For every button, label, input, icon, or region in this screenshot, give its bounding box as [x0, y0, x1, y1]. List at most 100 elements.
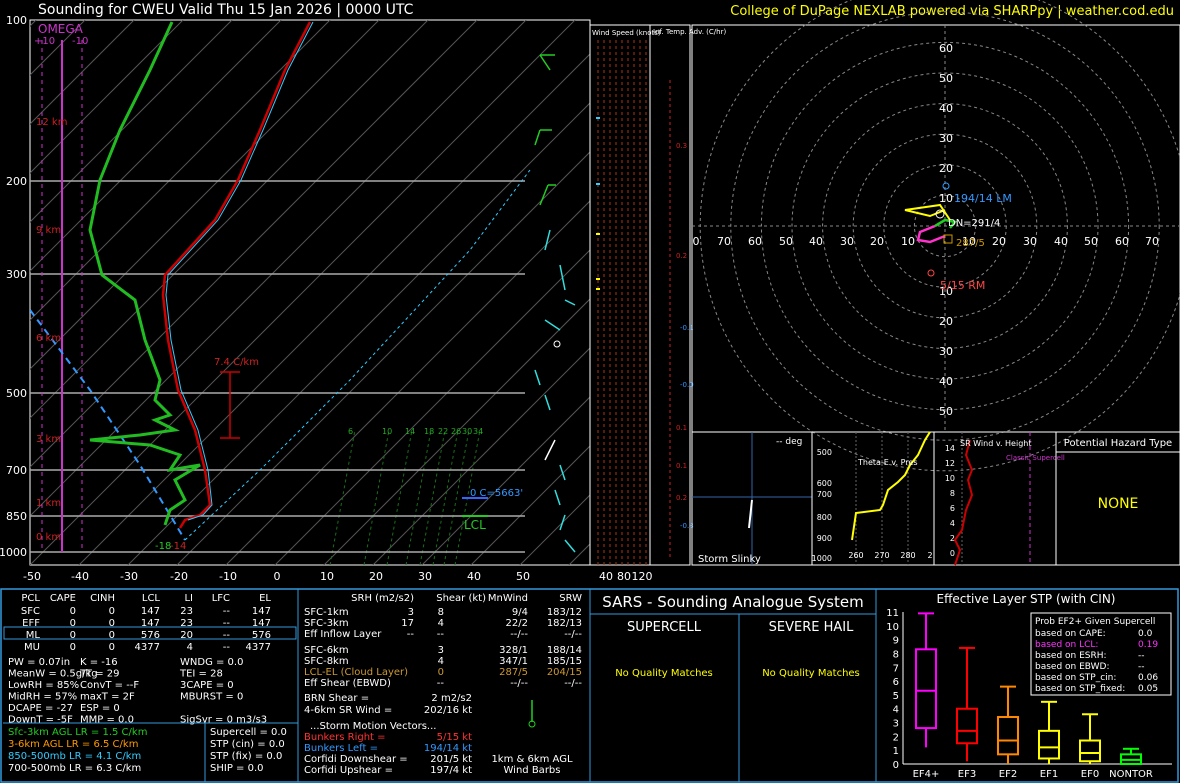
stp-xlabel: EF2 [999, 769, 1017, 780]
temp-label: 50 [516, 570, 530, 583]
sfc-dewpoint-label: -18 [155, 541, 171, 552]
index-line: ESP = 0 [80, 703, 120, 714]
sars-supercell-title: SUPERCELL [627, 620, 702, 635]
lapse-rate-block: Sfc-3km AGL LR = 1.5 C/km 3-6km AGL LR =… [8, 727, 147, 774]
hodo-x-label: 60 [1115, 235, 1129, 248]
hodograph-panel: 60 50 40 30 20 10 10 20 30 40 50 0 70 60… [691, 0, 1180, 472]
brn-label: BRN Shear = [304, 693, 369, 704]
theta-e-trace [851, 431, 931, 541]
height-label: 1 km [36, 498, 61, 509]
parcel-cell: 0 [70, 618, 76, 629]
bunkers-left-label: Bunkers Left = [304, 743, 378, 754]
srwind-h-tick: 10 [945, 474, 955, 483]
hodo-rm-label: 5/15 RM [940, 279, 985, 292]
index-line: LowRH = 85% [8, 680, 79, 691]
barbs-label: Wind Barbs [504, 765, 561, 776]
height-label: 0 km [36, 532, 61, 543]
sounding-canvas: 100 200 300 500 700 850 1000 -50 -40 -30… [0, 0, 1180, 783]
parcel-cell: 20 [180, 630, 193, 641]
index-line: MMP = 0.0 [80, 715, 134, 726]
theta-p-tick: 1000 [812, 554, 832, 563]
hodo-x-label: 30 [1023, 235, 1037, 248]
slinky-deg: -- deg [776, 437, 802, 447]
wind-speed-marker [596, 117, 600, 119]
parcel-cell: MU [24, 642, 40, 653]
hodo-mean-label: DN=291/4 [948, 218, 1000, 229]
stp-legend-label: based on STP_fixed: [1035, 684, 1125, 694]
parcel-header: LFC [212, 593, 230, 604]
stp-xlabel: EF4+ [913, 769, 940, 780]
corfidi-up-label: Corfidi Upshear = [304, 765, 393, 776]
pressure-label: 500 [6, 387, 27, 400]
stp-ytick: 2 [893, 732, 899, 743]
parcel-cell: 0 [109, 618, 115, 629]
kin-cell: 185/15 [547, 656, 582, 667]
parcel-cell: 0 [70, 606, 76, 617]
mixing-ratio-line [419, 429, 446, 565]
stp-xlabel: NONTOR [1109, 769, 1153, 780]
kin-row-label: SFC-3km [304, 618, 349, 629]
omega-tick: -10 [72, 36, 88, 47]
parcel-table: PCL CAPE CINH LCL LI LFC EL SFC 0 0 147 23 --… [3, 593, 297, 653]
isotherm-line [30, 20, 576, 565]
kinematics-block: SRH (m2/s2) Shear (kt) MnWind SRW SFC-1k… [304, 593, 582, 776]
kin-row-label: SFC-8km [304, 656, 349, 667]
sars-block: SARS - Sounding Analogue System SUPERCEL… [590, 593, 876, 782]
hodo-x-label: 50 [1084, 235, 1098, 248]
isotherm-line [519, 494, 590, 565]
index-line: TT = 29 [79, 669, 120, 680]
kin-cell: 328/1 [499, 645, 528, 656]
kin-cell: 0 [438, 667, 444, 678]
parcel-cell: 147 [141, 606, 160, 617]
theta-p-tick: 800 [817, 513, 832, 522]
temp-label: -50 [23, 570, 41, 583]
pressure-label: 1000 [0, 546, 27, 559]
mixing-ratio-line [329, 429, 356, 565]
parcel-cell: EFF [22, 618, 40, 629]
stp-ytick: 9 [893, 636, 899, 647]
theta-x-tick: 280 [900, 551, 915, 560]
mixing-ratio-lines [329, 429, 481, 565]
hodo-x-label: 50 [779, 235, 793, 248]
parcel-cell: 4377 [246, 642, 271, 653]
mix-label: 6 [348, 427, 353, 436]
kin-header: Shear (kt) [436, 593, 486, 604]
adv-value: 0.1 [676, 424, 687, 432]
stp-xlabel: EF1 [1040, 769, 1058, 780]
lcl-label: LCL [464, 518, 486, 532]
isotherm-line [30, 20, 331, 321]
isotherm-line [30, 20, 527, 517]
theta-p-tick: 700 [817, 490, 832, 499]
temp-label: 20 [369, 570, 383, 583]
kin-row-label: SFC-6km [304, 645, 349, 656]
stp-legend-label: based on STP_cin: [1035, 673, 1116, 683]
pressure-label: 300 [6, 268, 27, 281]
hodo-ring-label: 20 [939, 162, 953, 175]
stp-xlabel: EF3 [958, 769, 976, 780]
temp-label: 30 [418, 570, 432, 583]
lapse-rate-line: 3-6km AGL LR = 6.5 C/km [8, 739, 138, 750]
hodo-x-label: 10 [901, 235, 915, 248]
hodo-ring-label: 30 [939, 345, 953, 358]
kin-header: SRW [559, 593, 582, 604]
stp-ytick: 1 [893, 746, 899, 757]
bunkers-right-label: Bunkers Right = [304, 732, 386, 743]
bunkers-right-value: 5/15 kt [437, 732, 472, 743]
srwind-h-tick: 0 [950, 549, 955, 558]
storm-slinky-panel: Storm Slinky -- deg [691, 431, 813, 566]
corfidi-down-label: Corfidi Downshear = [304, 754, 408, 765]
hodo-x-label: 0 [693, 235, 700, 248]
srwind-h-tick: 2 [950, 534, 955, 543]
index-line: 3CAPE = 0 [180, 680, 234, 691]
stp-ytick: 5 [893, 691, 899, 702]
adv-value: 0.3 [676, 142, 687, 150]
mix-label: 34 [473, 427, 483, 436]
stp-xlabel: EF0 [1081, 769, 1099, 780]
height-label: 9 km [36, 225, 61, 236]
isotherm-line [30, 20, 233, 223]
hodo-ring-label: 60 [939, 42, 953, 55]
temp-label: 0 [274, 570, 281, 583]
height-label: 6 km [36, 333, 61, 344]
hodo-lm-marker [942, 182, 950, 190]
hodo-x-label: 30 [840, 235, 854, 248]
